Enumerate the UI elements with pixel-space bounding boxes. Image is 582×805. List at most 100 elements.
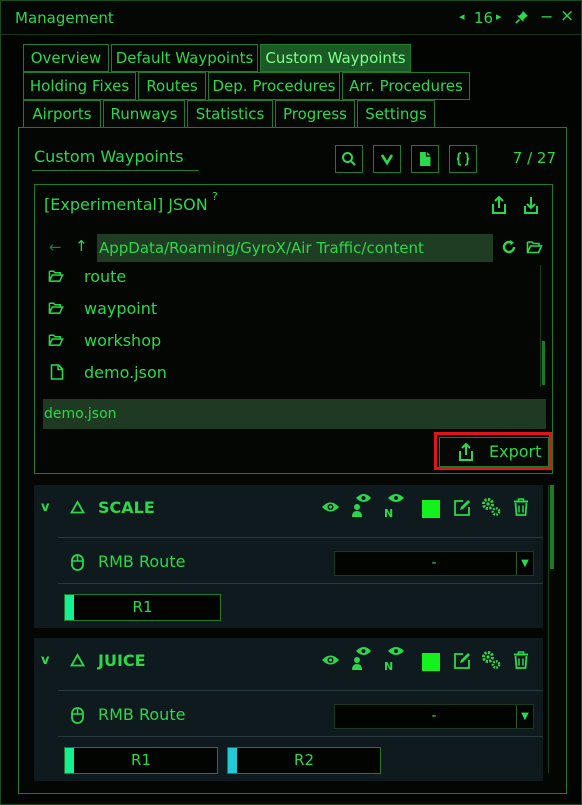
color-swatch[interactable]	[422, 653, 440, 671]
entry-name: waypoint	[84, 299, 158, 318]
tab-runways[interactable]: Runways	[103, 100, 185, 128]
card-divider	[58, 690, 543, 691]
edit-icon[interactable]	[453, 652, 471, 670]
json-panel-title: [Experimental] JSON	[44, 195, 208, 214]
tab-routes[interactable]: Routes	[138, 72, 206, 100]
filename-input[interactable]: demo.json	[43, 399, 546, 429]
waypoint-name: SCALE	[98, 498, 155, 517]
eye-icon[interactable]	[321, 653, 340, 667]
entry-name: demo.json	[84, 363, 167, 382]
export-button[interactable]: Export	[439, 437, 549, 467]
folder-icon	[48, 268, 64, 284]
trash-icon[interactable]	[513, 651, 529, 669]
route-color-bar	[65, 748, 74, 773]
card-divider	[58, 537, 543, 538]
mouse-icon	[71, 554, 84, 571]
next-page-icon[interactable]: ▸	[496, 10, 502, 23]
card-divider	[58, 583, 543, 584]
tab-arr-procedures[interactable]: Arr. Procedures	[342, 72, 470, 100]
color-swatch[interactable]	[422, 500, 440, 518]
minimize-icon[interactable]: −	[540, 7, 553, 26]
tab-custom-waypoints[interactable]: Custom Waypoints	[260, 44, 411, 72]
collapse-chevron-icon[interactable]: v	[41, 653, 49, 668]
tab-progress[interactable]: Progress	[275, 100, 355, 128]
entry-name: workshop	[84, 331, 162, 350]
dropdown-arrow-icon[interactable]: ▼	[516, 705, 533, 728]
rmb-route-value: -	[431, 708, 437, 724]
eye-person-icon[interactable]	[352, 492, 372, 518]
search-button[interactable]	[335, 145, 363, 173]
rmb-route-select[interactable]: - ▼	[334, 704, 534, 729]
scrollbar-thumb[interactable]	[542, 341, 545, 385]
rmb-route-select[interactable]: - ▼	[334, 551, 534, 576]
card-header[interactable]: v JUICE N	[34, 638, 543, 684]
json-panel: [Experimental] JSON ? ← ↑ AppData/Roamin…	[34, 184, 553, 474]
file-icon	[420, 152, 431, 166]
card-header[interactable]: v SCALE N	[34, 485, 543, 531]
north-label: N	[384, 660, 393, 671]
route-color-bar	[65, 595, 74, 620]
upload-icon[interactable]	[490, 195, 508, 215]
chevron-down-icon	[380, 154, 394, 166]
export-label: Export	[489, 442, 542, 461]
search-icon	[342, 152, 356, 166]
tab-default-waypoints[interactable]: Default Waypoints	[111, 44, 258, 72]
rmb-route-value: -	[431, 555, 437, 571]
export-icon	[457, 442, 475, 462]
eye-person-icon[interactable]	[352, 645, 372, 671]
download-icon[interactable]	[522, 195, 540, 215]
file-list-scrollbar[interactable]	[540, 265, 546, 387]
route-chip[interactable]: R1	[64, 747, 218, 774]
route-chip[interactable]: R1	[64, 594, 221, 621]
rmb-route-label: RMB Route	[98, 705, 186, 724]
tab-dep-procedures[interactable]: Dep. Procedures	[208, 72, 340, 100]
route-color-bar	[228, 748, 237, 773]
back-arrow-icon[interactable]: ←	[49, 238, 62, 256]
tab-settings[interactable]: Settings	[357, 100, 435, 128]
folder-icon	[48, 300, 64, 316]
section-title: Custom Waypoints	[34, 147, 184, 166]
gears-icon[interactable]	[481, 497, 501, 517]
mouse-icon	[71, 707, 84, 724]
collapse-chevron-icon[interactable]: v	[41, 500, 49, 515]
tab-overview[interactable]: Overview	[23, 44, 109, 72]
eye-north-icon[interactable]: N	[384, 645, 406, 671]
eye-north-icon[interactable]: N	[384, 492, 406, 518]
refresh-icon[interactable]	[501, 239, 517, 255]
braces-icon	[456, 152, 470, 166]
json-button[interactable]	[449, 145, 477, 173]
open-folder-icon[interactable]	[526, 239, 543, 255]
up-arrow-icon[interactable]: ↑	[75, 237, 88, 255]
waypoint-list-scrollbar[interactable]	[548, 485, 557, 773]
waypoint-counter: 7 / 27	[512, 149, 556, 167]
gears-icon[interactable]	[481, 650, 501, 670]
path-input[interactable]: AppData/Roaming/GyroX/Air Traffic/conten…	[97, 234, 493, 262]
dropdown-arrow-icon[interactable]: ▼	[516, 552, 533, 575]
prev-page-icon[interactable]: ◂	[459, 10, 465, 23]
collapse-all-button[interactable]	[373, 145, 401, 173]
help-icon[interactable]: ?	[212, 190, 218, 203]
eye-icon[interactable]	[321, 500, 340, 514]
tab-statistics[interactable]: Statistics	[187, 100, 273, 128]
waypoint-card: v JUICE N RMB Route - ▼ R1 R2	[34, 638, 543, 781]
waypoint-card: v SCALE N RMB Route - ▼ R1	[34, 485, 543, 628]
pin-icon[interactable]	[515, 10, 529, 24]
route-chip[interactable]: R2	[227, 747, 381, 774]
management-window: Management ◂ 16 ▸ − × Overview Default W…	[0, 0, 582, 805]
entry-name: route	[84, 267, 127, 286]
route-label: R1	[132, 598, 153, 616]
tab-holding-fixes[interactable]: Holding Fixes	[23, 72, 136, 100]
page-number: 16	[474, 9, 494, 27]
scrollbar-thumb[interactable]	[550, 485, 554, 569]
route-label: R1	[131, 751, 151, 769]
card-divider	[58, 736, 543, 737]
rmb-route-label: RMB Route	[98, 552, 186, 571]
title-bar[interactable]: Management ◂ 16 ▸ − ×	[1, 1, 581, 35]
new-file-button[interactable]	[411, 145, 439, 173]
folder-icon	[48, 332, 64, 348]
close-icon[interactable]: ×	[560, 6, 574, 26]
tab-airports[interactable]: Airports	[23, 100, 101, 128]
triangle-icon	[70, 653, 85, 667]
edit-icon[interactable]	[453, 499, 471, 517]
trash-icon[interactable]	[513, 498, 529, 516]
